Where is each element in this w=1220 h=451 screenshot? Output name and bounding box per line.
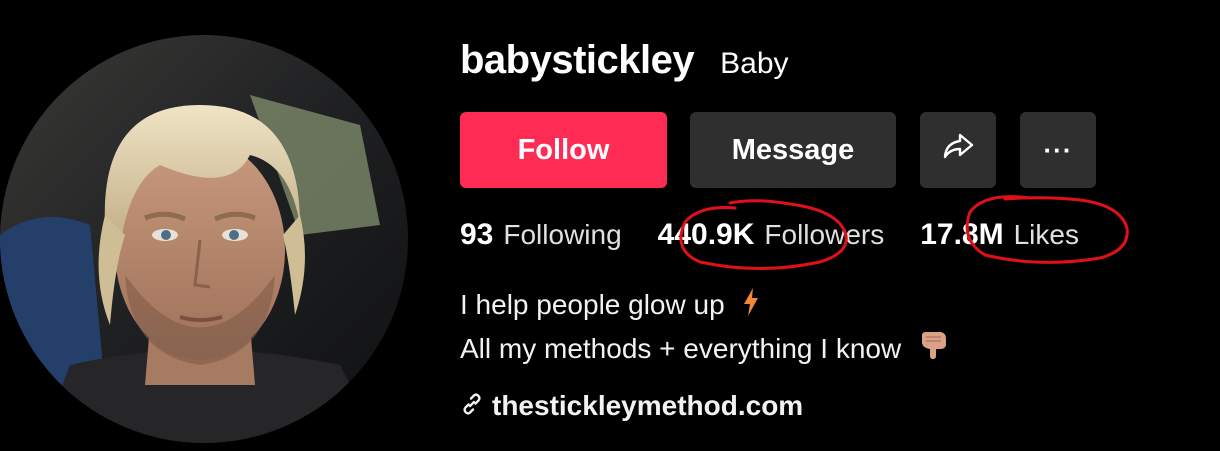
bio-line-1-text: I help people glow up [460,289,725,320]
nickname: Baby [720,47,789,80]
link-text: thestickleymethod.com [492,390,804,421]
followers-count: 440.9K [657,218,755,251]
profile-info: babystickley Baby Follow Message ··· 93 … [460,38,1200,421]
ellipsis-icon: ··· [1043,134,1073,165]
stat-followers[interactable]: 440.9K Followers [658,218,885,252]
following-label: Following [503,219,622,250]
pointing-down-icon [919,329,949,371]
lightning-icon [742,286,760,328]
profile-bio: I help people glow up All my methods + e… [460,284,949,371]
following-count: 93 [460,218,494,251]
profile-avatar[interactable] [0,35,408,443]
follow-button[interactable]: Follow [460,112,667,188]
followers-label: Followers [764,219,885,250]
profile-actions: Follow Message ··· [460,112,1096,188]
bio-line-1: I help people glow up [460,284,949,328]
likes-label: Likes [1013,219,1079,250]
bio-line-2: All my methods + everything I know [460,328,949,372]
link-icon [460,392,484,421]
stat-following[interactable]: 93 Following [460,218,622,252]
bio-line-2-text: All my methods + everything I know [460,332,902,364]
bio-link[interactable]: thestickleymethod.com [460,390,803,422]
username: babystickley [460,38,695,82]
message-button[interactable]: Message [690,112,896,188]
profile-stats: 93 Following 440.9K Followers 17.8M Like… [460,218,1079,252]
more-options-button[interactable]: ··· [1020,112,1096,188]
share-button[interactable] [920,112,996,188]
likes-count: 17.8M [920,218,1004,251]
share-arrow-icon [942,132,974,168]
stat-likes: 17.8M Likes [920,218,1079,252]
name-row: babystickley Baby [460,38,1200,90]
